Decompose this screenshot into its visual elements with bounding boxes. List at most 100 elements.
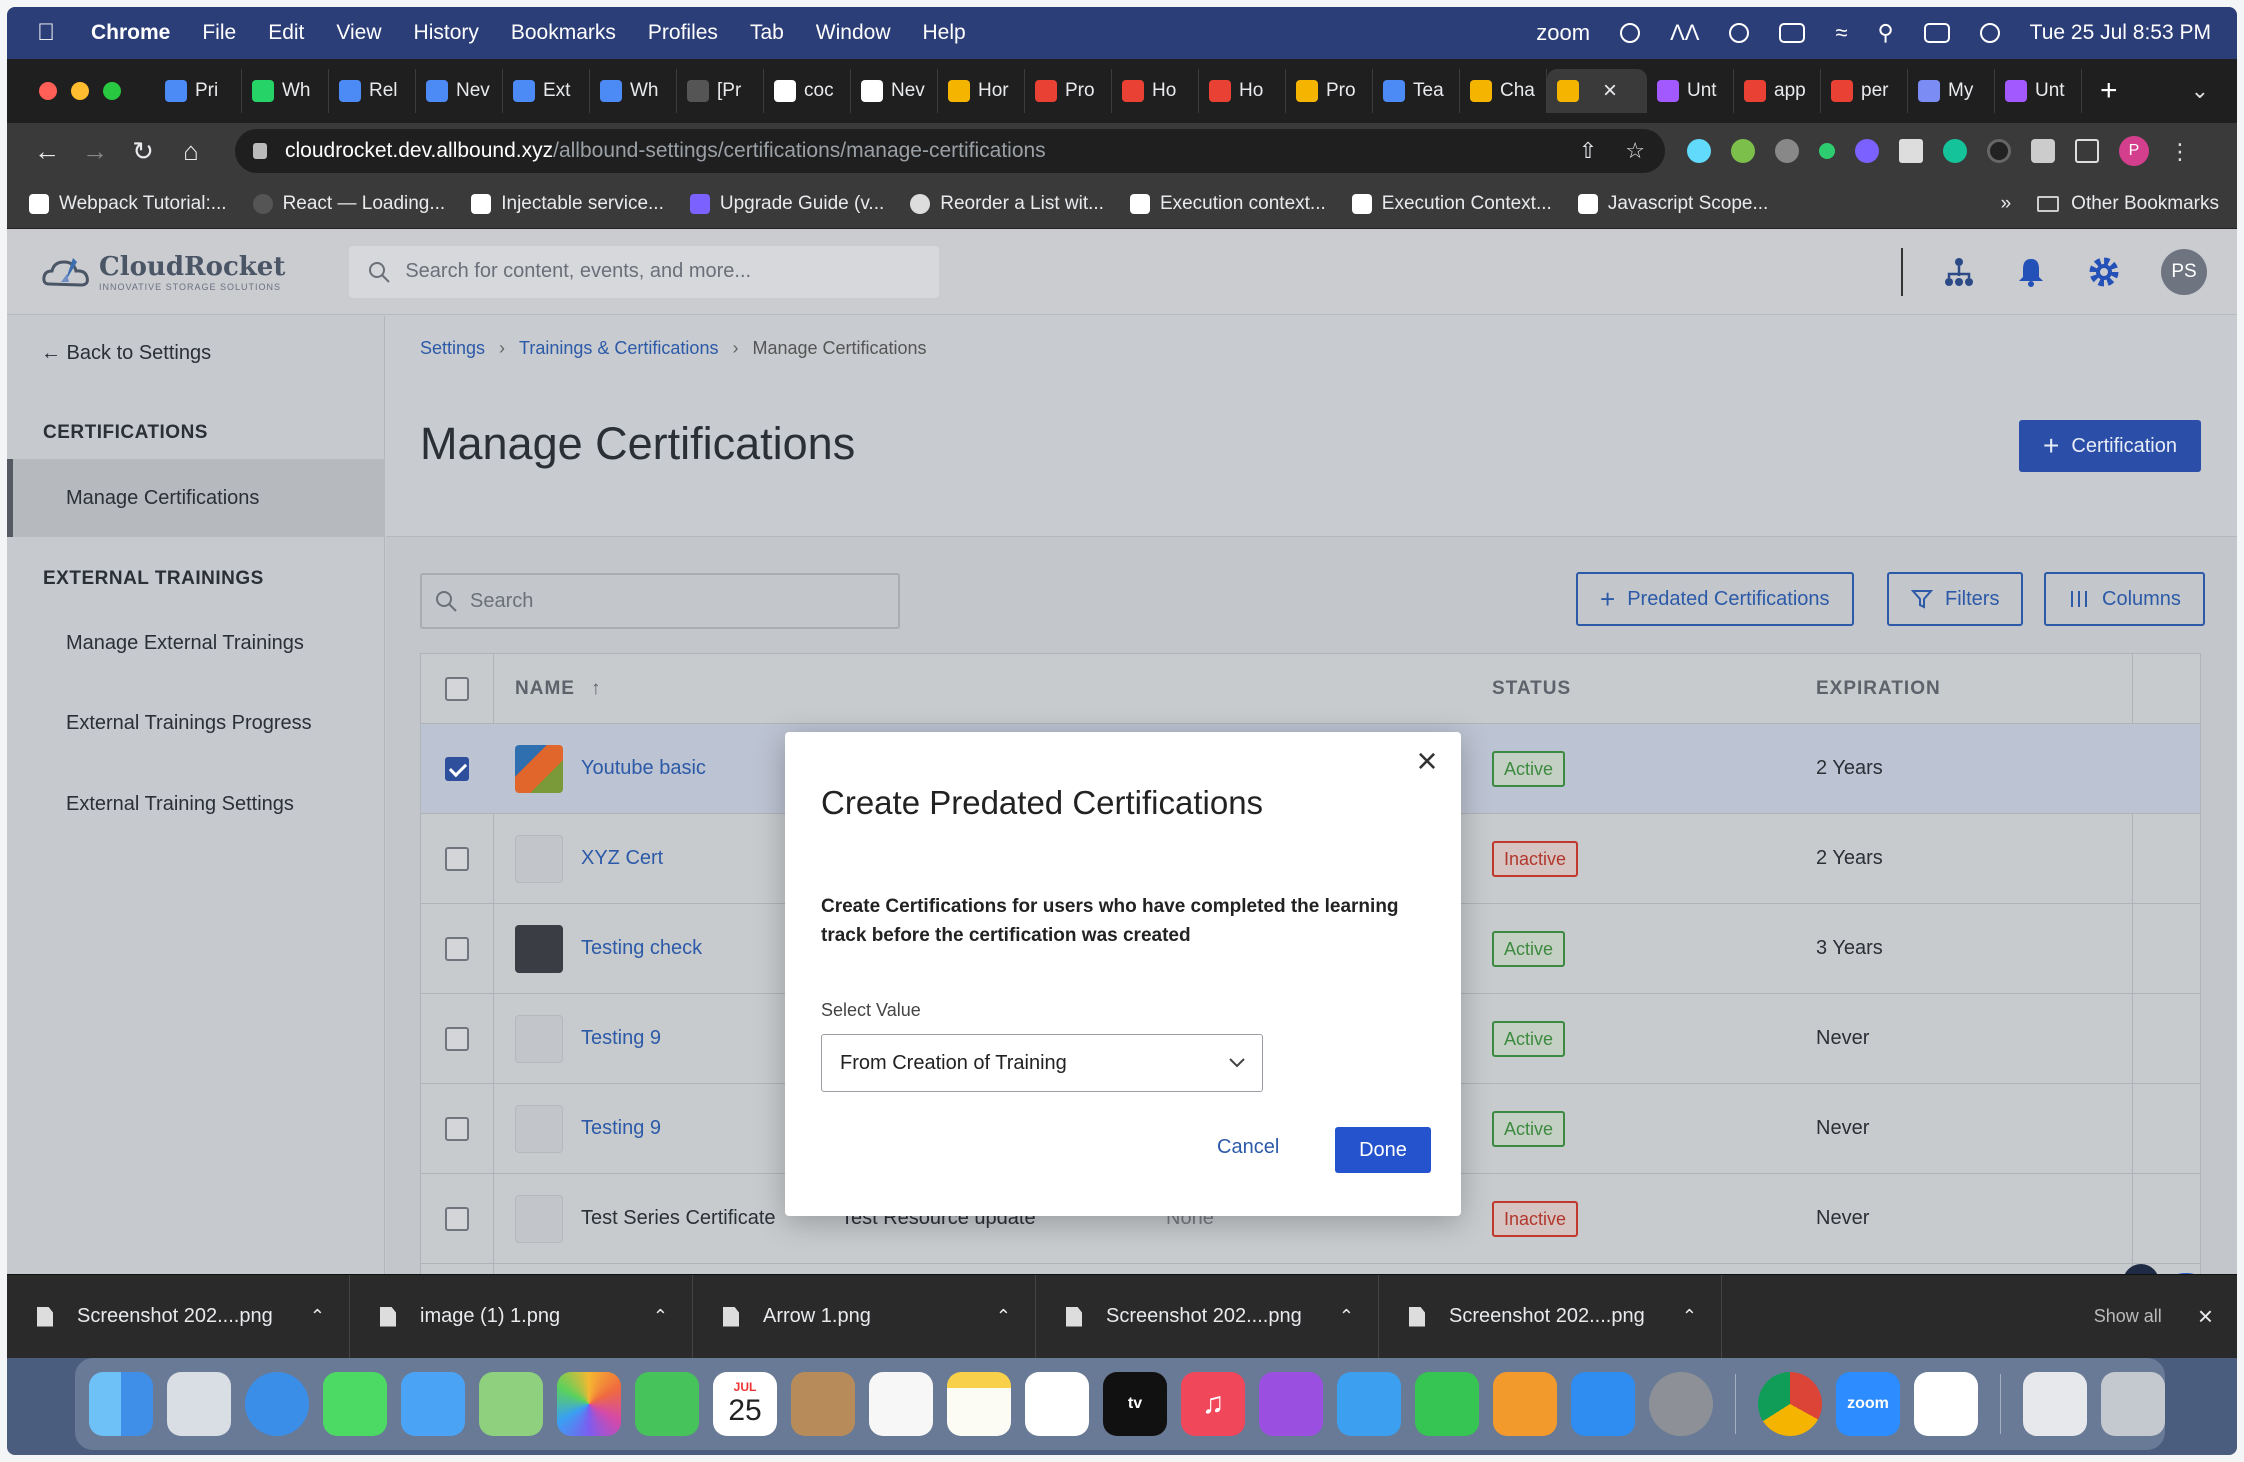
bookmark-item[interactable]: Webpack Tutorial:... — [29, 193, 227, 215]
chrome-icon[interactable] — [1758, 1372, 1822, 1436]
menu-tab[interactable]: Tab — [750, 21, 784, 45]
sidebar-item-manage-external-trainings[interactable]: Manage External Trainings — [7, 604, 385, 682]
user-avatar[interactable]: PS — [2161, 248, 2207, 295]
mail-icon[interactable] — [401, 1372, 465, 1436]
certification-name[interactable]: Testing check — [581, 937, 702, 960]
slack-icon[interactable] — [1914, 1372, 1978, 1436]
extension-dot-icon[interactable] — [1819, 143, 1835, 159]
certification-name[interactable]: Youtube basic — [581, 757, 706, 780]
certification-name[interactable]: Testing 9 — [581, 1117, 661, 1140]
keynote-icon[interactable] — [1337, 1372, 1401, 1436]
browser-tab[interactable]: My — [1908, 69, 1995, 113]
select-all-checkbox[interactable] — [445, 677, 469, 701]
tab-search-chevron-icon[interactable]: ⌄ — [2191, 78, 2209, 104]
messages-icon[interactable] — [323, 1372, 387, 1436]
row-checkbox[interactable] — [445, 1027, 469, 1051]
browser-tab[interactable]: Ext — [503, 69, 590, 113]
org-chart-icon[interactable] — [1943, 256, 1975, 288]
home-icon[interactable]: ⌂ — [167, 136, 215, 167]
wifi-icon[interactable]: ≈ — [1835, 20, 1847, 46]
chrome-menu-icon[interactable]: ⋮ — [2169, 139, 2191, 164]
other-bookmarks[interactable]: » Other Bookmarks — [2001, 193, 2219, 215]
done-button[interactable]: Done — [1335, 1127, 1431, 1173]
bookmark-item[interactable]: Execution context... — [1129, 193, 1326, 215]
add-certification-button[interactable]: + Certification — [2019, 420, 2201, 472]
sidebar-item-manage-certifications[interactable]: Manage Certifications — [7, 459, 385, 537]
finder-icon[interactable] — [89, 1372, 153, 1436]
extension-green-icon[interactable] — [1731, 139, 1755, 163]
row-checkbox[interactable] — [445, 1207, 469, 1231]
chevron-up-icon[interactable]: ⌃ — [1339, 1306, 1354, 1327]
menu-datetime[interactable]: Tue 25 Jul 8:53 PM — [2030, 21, 2211, 45]
bookmark-star-icon[interactable]: ☆ — [1625, 138, 1645, 164]
browser-tab[interactable]: Unt — [1647, 69, 1734, 113]
spotlight-search-icon[interactable]: ⚲ — [1878, 20, 1894, 46]
browser-tab[interactable]: [Pr — [677, 69, 764, 113]
row-checkbox[interactable] — [445, 1117, 469, 1141]
download-item[interactable]: image (1) 1.png ⌃ — [350, 1274, 693, 1359]
sidebar-item-external-training-settings[interactable]: External Training Settings — [7, 765, 385, 843]
menu-help[interactable]: Help — [923, 21, 966, 45]
menu-history[interactable]: History — [414, 21, 479, 45]
react-devtools-icon[interactable] — [1687, 139, 1711, 163]
bookmark-item[interactable]: Injectable service... — [471, 193, 664, 215]
menu-edit[interactable]: Edit — [268, 21, 304, 45]
column-header-name[interactable]: NAME ↑ — [515, 654, 601, 724]
browser-tab[interactable]: per — [1821, 69, 1908, 113]
chevron-up-icon[interactable]: ⌃ — [996, 1306, 1011, 1327]
bookmark-item[interactable]: Javascript Scope... — [1577, 193, 1768, 215]
filters-button[interactable]: Filters — [1887, 572, 2024, 626]
wave-icon[interactable]: ΛΛ — [1670, 20, 1699, 46]
cancel-button[interactable]: Cancel — [1217, 1136, 1279, 1159]
browser-tab[interactable]: Tea — [1373, 69, 1460, 113]
cloudrocket-logo[interactable]: CloudRocket INNOVATIVE STORAGE SOLUTIONS — [41, 252, 285, 292]
app-store-icon[interactable] — [1571, 1372, 1635, 1436]
pages-icon[interactable] — [1493, 1372, 1557, 1436]
menu-app-name[interactable]: Chrome — [91, 21, 170, 45]
podcasts-icon[interactable] — [1259, 1372, 1323, 1436]
facetime-icon[interactable] — [635, 1372, 699, 1436]
download-item[interactable]: Screenshot 202....png ⌃ — [1379, 1274, 1722, 1359]
zoom-status[interactable]: zoom — [1536, 20, 1590, 46]
close-icon[interactable]: × — [1407, 740, 1447, 782]
reload-icon[interactable]: ↻ — [119, 136, 167, 167]
forward-arrow-icon[interactable]: → — [71, 136, 119, 167]
browser-tab[interactable]: Hor — [938, 69, 1025, 113]
contacts-icon[interactable] — [791, 1372, 855, 1436]
browser-tab[interactable]: coc — [764, 69, 851, 113]
apple-icon[interactable]:  — [37, 19, 67, 47]
certification-name[interactable]: XYZ Cert — [581, 847, 663, 870]
browser-tab[interactable]: Wh — [590, 69, 677, 113]
breadcrumb-trainings[interactable]: Trainings & Certifications — [519, 338, 718, 359]
gear-icon[interactable] — [2087, 255, 2121, 289]
browser-tab[interactable]: Cha — [1460, 69, 1547, 113]
show-all-downloads-button[interactable]: Show all — [2094, 1306, 2162, 1327]
bookmark-item[interactable]: React — Loading... — [252, 193, 445, 215]
download-item[interactable]: Arrow 1.png ⌃ — [693, 1274, 1036, 1359]
browser-tab[interactable]: Ho — [1112, 69, 1199, 113]
predated-certifications-button[interactable]: + Predated Certifications — [1576, 572, 1854, 626]
close-icon[interactable]: × — [2198, 1301, 2213, 1332]
column-header-expiration[interactable]: EXPIRATION — [1816, 654, 1941, 724]
browser-tab[interactable]: Nev — [851, 69, 938, 113]
bell-icon[interactable] — [2015, 256, 2047, 288]
new-tab-button[interactable]: + — [2100, 74, 2118, 108]
downloads-stack-icon[interactable] — [2023, 1372, 2087, 1436]
browser-tab-active[interactable]: × — [1547, 69, 1647, 113]
numbers-icon[interactable] — [1415, 1372, 1479, 1436]
siri-icon[interactable] — [1979, 23, 2000, 43]
chevron-up-icon[interactable]: ⌃ — [1682, 1306, 1697, 1327]
maps-icon[interactable] — [479, 1372, 543, 1436]
freeform-icon[interactable] — [1025, 1372, 1089, 1436]
side-panel-icon[interactable] — [2075, 139, 2099, 163]
browser-tab[interactable]: Rel — [329, 69, 416, 113]
extension-circle-icon[interactable] — [1987, 139, 2011, 163]
back-to-settings-link[interactable]: ← Back to Settings — [41, 342, 211, 365]
bookmarks-overflow[interactable]: » — [2001, 193, 2012, 215]
bookmark-item[interactable]: Upgrade Guide (v... — [689, 193, 884, 215]
profile-avatar[interactable]: P — [2119, 136, 2149, 166]
column-header-status[interactable]: STATUS — [1492, 654, 1571, 724]
grammarly-icon[interactable] — [1943, 139, 1967, 163]
global-search-input[interactable]: Search for content, events, and more... — [349, 245, 940, 298]
zoom-app-icon[interactable]: zoom — [1836, 1372, 1900, 1436]
